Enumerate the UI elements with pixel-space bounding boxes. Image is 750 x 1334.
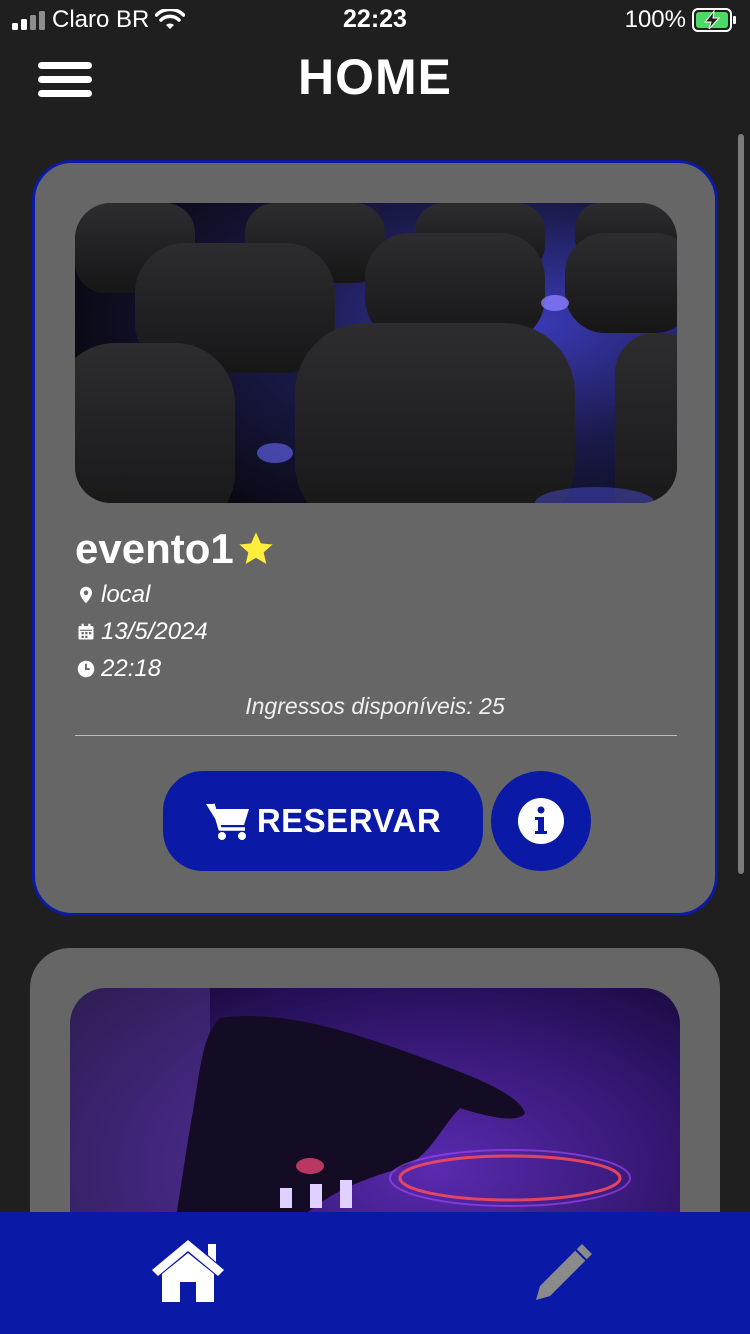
event-list[interactable]: evento1 local 13/5/2024 22:18 Ingressos …: [0, 122, 750, 1212]
battery-charging-icon: [692, 8, 736, 32]
battery-percent: 100%: [624, 6, 686, 33]
auditorium-chairs-photo: [75, 203, 677, 503]
event-card: evento1 local 13/5/2024 22:18 Ingressos …: [32, 160, 718, 916]
app-header: HOME: [0, 42, 750, 122]
event-date: 13/5/2024: [77, 618, 208, 646]
location-text: local: [101, 581, 151, 608]
event-location: local: [77, 581, 150, 609]
event-time: 22:18: [77, 655, 161, 683]
status-right: 100%: [625, 6, 738, 34]
event-image: [70, 988, 680, 1212]
scrollbar[interactable]: [738, 134, 744, 874]
page-title: HOME: [298, 49, 452, 105]
clock-icon: [77, 660, 95, 678]
map-pin-icon: [80, 586, 92, 604]
bottom-navigation: [0, 1212, 750, 1334]
reserve-label: RESERVAR: [256, 802, 442, 839]
event-title-row: evento1: [75, 525, 276, 573]
info-icon: [518, 798, 564, 844]
favorite-star-icon[interactable]: [236, 529, 276, 569]
nav-home-button[interactable]: [150, 1236, 226, 1306]
calendar-icon: [78, 623, 94, 640]
nav-edit-button[interactable]: [530, 1240, 596, 1306]
dj-mixer-photo: [70, 988, 680, 1212]
event-card: [30, 948, 720, 1212]
reserve-button[interactable]: RESERVAR: [163, 771, 483, 871]
date-text: 13/5/2024: [101, 618, 208, 645]
status-bar: Claro BR 22:23 100%: [0, 0, 750, 42]
time-text: 22:18: [101, 655, 162, 682]
shopping-cart-icon: [205, 803, 249, 840]
info-button[interactable]: [491, 771, 591, 871]
pencil-icon: [536, 1244, 592, 1300]
event-image: [75, 203, 677, 503]
available-tickets: Ingressos disponíveis: 25: [245, 693, 505, 719]
event-name: evento1: [75, 525, 234, 572]
divider: [75, 735, 677, 736]
home-icon: [152, 1240, 224, 1302]
